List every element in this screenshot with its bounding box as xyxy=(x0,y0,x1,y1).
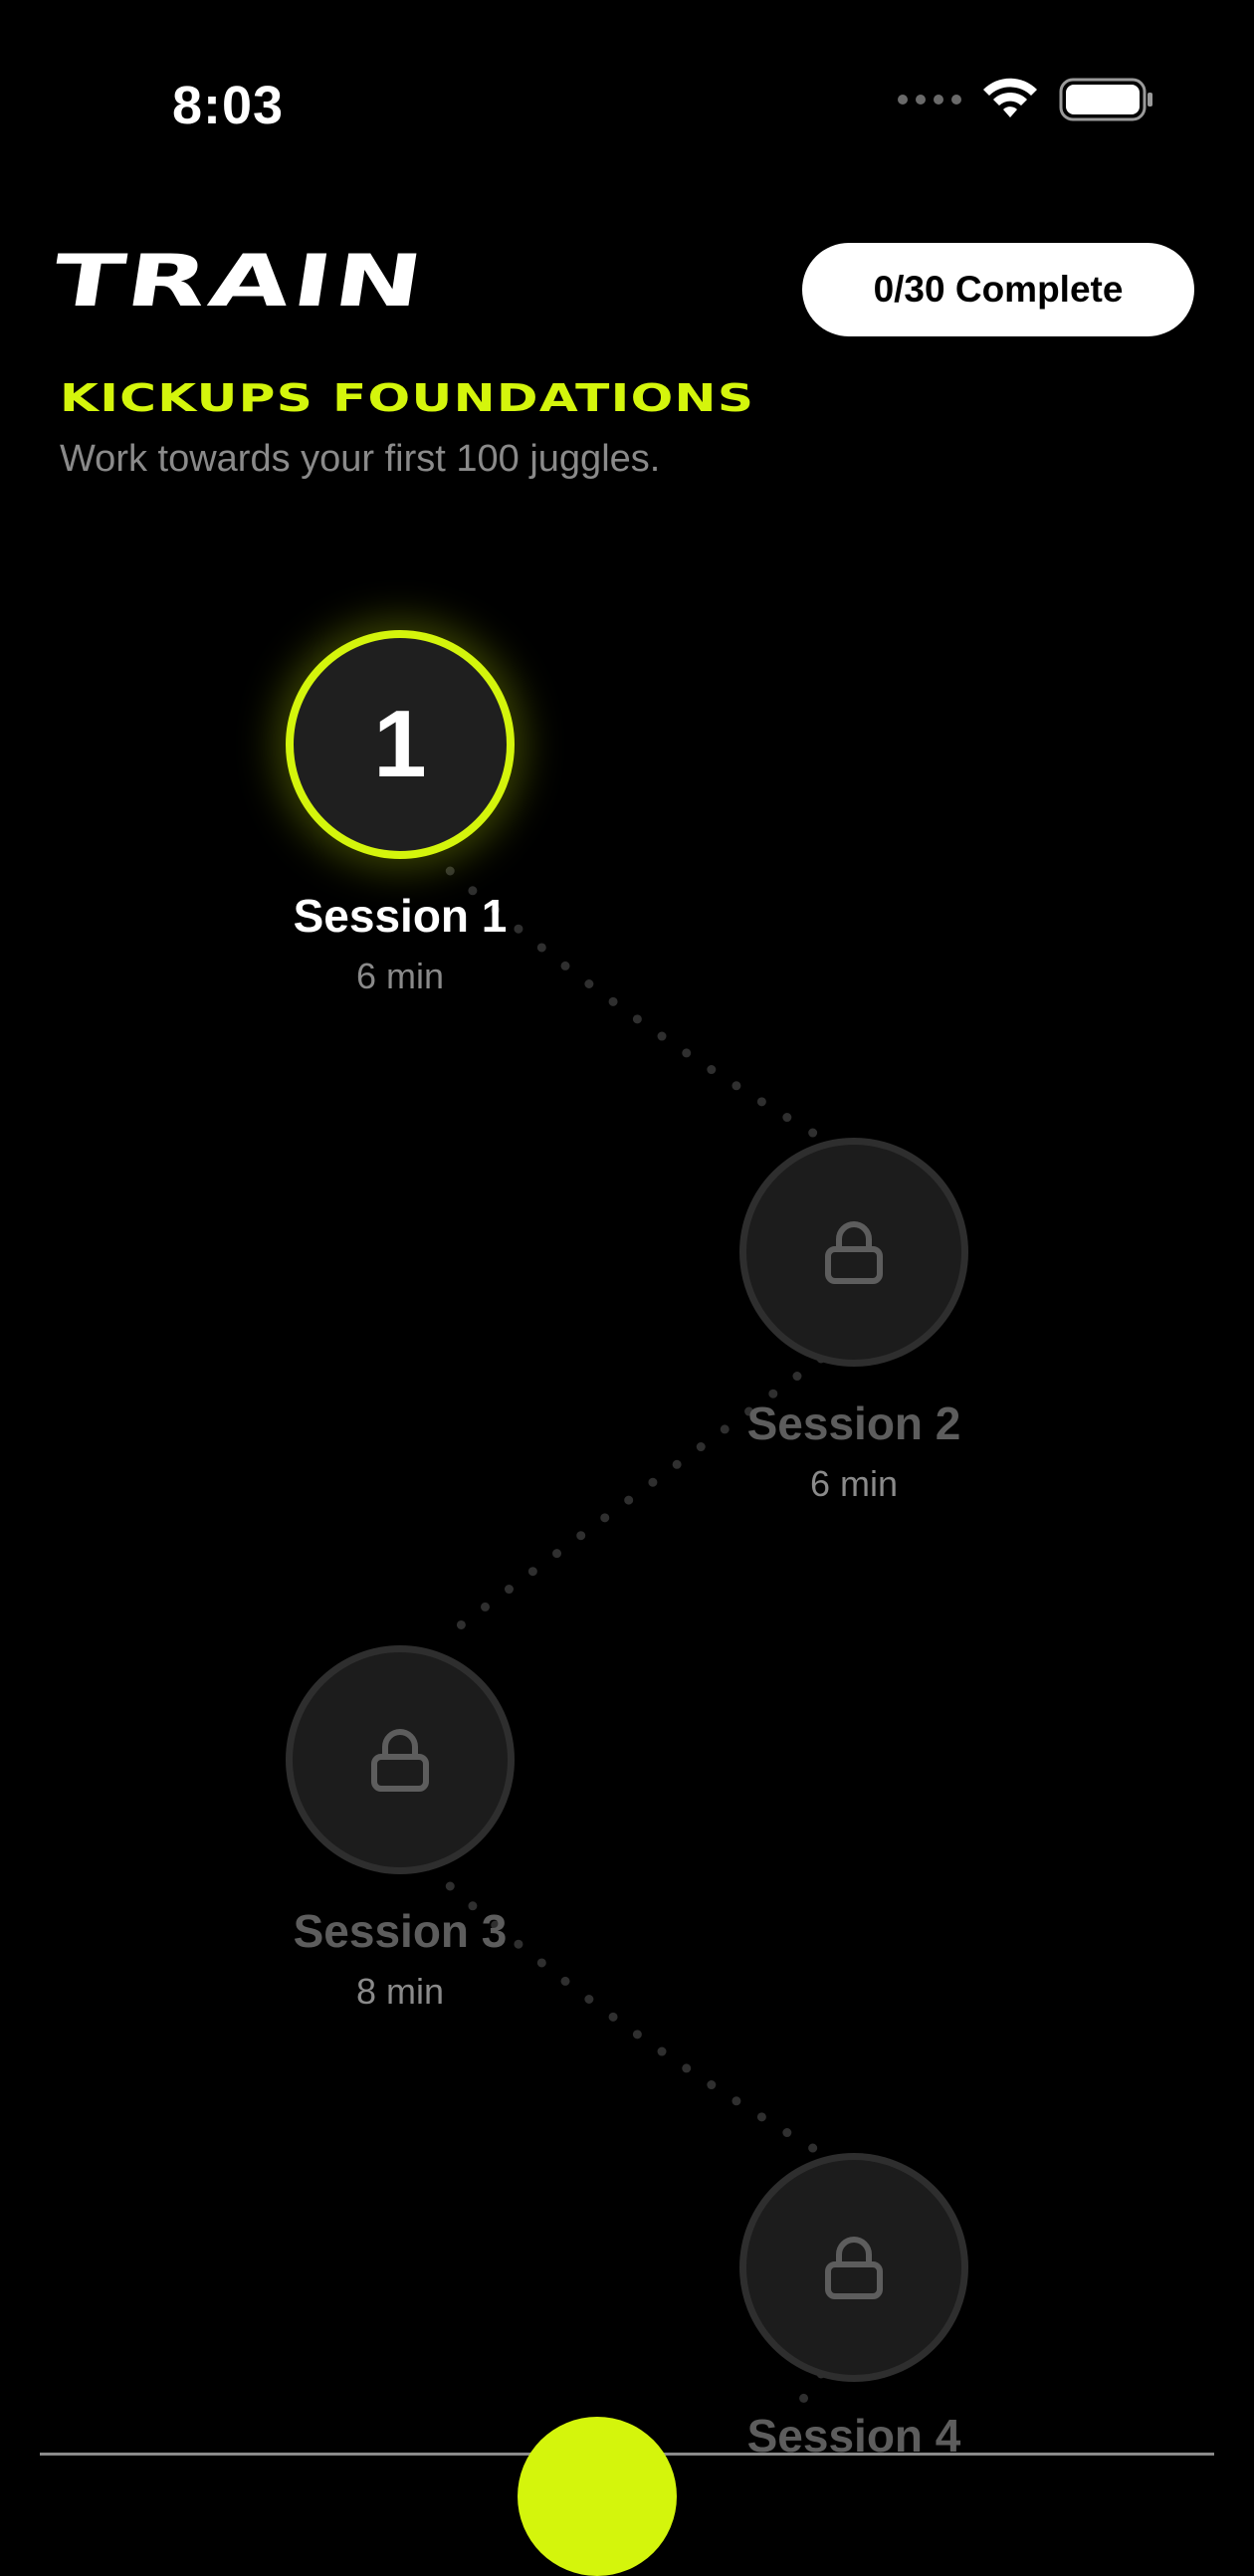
session-duration: 8 min xyxy=(355,1971,445,2012)
primary-action-button[interactable] xyxy=(518,2417,677,2576)
session-node-3[interactable] xyxy=(286,1645,515,1874)
session-path-connector xyxy=(423,846,826,2414)
session-title: Session 2 xyxy=(746,1397,961,1449)
lock-icon xyxy=(825,2237,883,2299)
wifi-icon xyxy=(983,78,1037,117)
status-icons xyxy=(898,78,1154,121)
session-title: Session 1 xyxy=(293,890,508,942)
cellular-signal-icon xyxy=(898,95,961,105)
page-title: TRAIN xyxy=(47,239,432,322)
program-description: Work towards your first 100 juggles. xyxy=(60,438,661,480)
program-title: KICKUPS FOUNDATIONS xyxy=(60,376,755,420)
session-node-2[interactable] xyxy=(739,1138,968,1367)
lock-icon xyxy=(371,1729,429,1792)
session-node-4[interactable] xyxy=(739,2153,968,2382)
status-time: 8:03 xyxy=(172,76,285,135)
session-node-1[interactable]: 1 xyxy=(286,630,515,859)
battery-icon xyxy=(1059,78,1152,121)
session-duration: 6 min xyxy=(809,1463,899,1504)
progress-badge-button[interactable]: 0/30 Complete xyxy=(802,243,1194,336)
session-number: 1 xyxy=(373,691,427,797)
lock-icon xyxy=(825,1221,883,1284)
session-title: Session 3 xyxy=(293,1905,508,1957)
session-duration: 6 min xyxy=(355,956,445,996)
